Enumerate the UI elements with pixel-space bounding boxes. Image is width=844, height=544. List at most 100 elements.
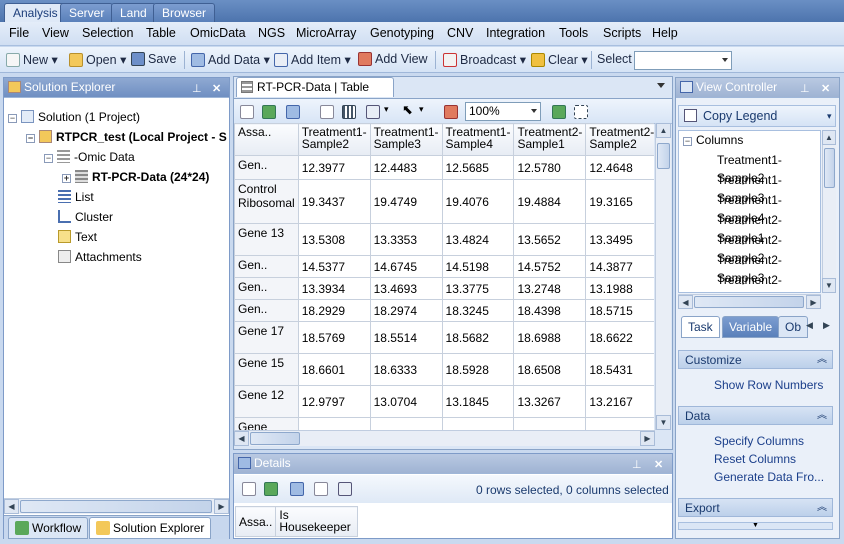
table-row[interactable]: Gene 13 13.5308 13.3353 13.4824 13.5652 13.34… [234,223,654,256]
export-section-header[interactable]: Export ︽ [678,498,833,517]
table-cell[interactable]: 18.5715 [585,299,654,322]
tab-rt-pcr-table[interactable]: RT-PCR-Data | Table [236,77,394,97]
scroll-left-icon[interactable]: ◀ [4,499,19,514]
data-section-header[interactable]: Data ︽ [678,406,833,425]
properties-icon[interactable] [240,105,254,119]
table-cell[interactable]: 19.3165 [585,179,654,224]
table-cell[interactable] [297,417,371,430]
table-cell[interactable]: 18.5431 [585,353,654,386]
table-cell[interactable]: 18.5682 [441,321,515,354]
menu-file[interactable]: File [9,26,29,40]
broadcast-button[interactable]: Broadcast ▾ [443,52,526,67]
table-row[interactable]: Gen.. 13.3934 13.4693 13.3775 13.2748 13.1988 [234,277,654,300]
table-cell[interactable]: 18.6601 [297,353,371,386]
scroll-left-icon[interactable]: ◀ [234,431,249,446]
new-button[interactable]: New ▾ [6,52,58,67]
column-header[interactable]: Treatment1-Sample3 [369,123,443,156]
menu-cnv[interactable]: CNV [447,26,473,40]
close-icon[interactable]: ✕ [212,80,221,99]
column-header[interactable]: Treatment1-Sample2 [297,123,371,156]
column-list-item[interactable]: Treatment1-Sample3 [717,171,820,205]
table-cell[interactable]: 19.3437 [297,179,371,224]
table-row[interactable]: Gene 17 18.5769 18.5514 18.5682 18.6988 18.66… [234,321,654,354]
pin-icon[interactable]: ⊥ [800,80,810,99]
close-icon[interactable]: ✕ [821,80,830,99]
scroll-thumb[interactable] [20,500,212,513]
row-header-cell[interactable]: Gene [234,417,299,430]
table-cell[interactable] [513,417,587,430]
table-cell[interactable]: 14.5198 [441,255,515,278]
scroll-left-icon[interactable]: ◀ [678,295,693,309]
table-cell[interactable]: 13.2167 [585,385,654,418]
menu-microarray[interactable]: MicroArray [296,26,356,40]
table-row[interactable]: Gene [234,417,654,430]
page-icon[interactable] [320,105,334,119]
reset-columns-link[interactable]: Reset Columns [714,452,796,466]
table-cell[interactable]: 13.3934 [297,277,371,300]
column-header[interactable]: Is Housekeeper [275,506,359,537]
menu-help[interactable]: Help [652,26,678,40]
copy-icon[interactable] [366,105,380,119]
columns-group[interactable]: − Columns [683,131,743,149]
table-cell[interactable]: 13.0704 [369,385,443,418]
table-cell[interactable]: 13.3495 [585,223,654,256]
table-cell[interactable]: 12.5685 [441,155,515,180]
table-cell[interactable]: 13.2748 [513,277,587,300]
collapse-icon[interactable]: − [26,134,35,143]
tree-horizontal-scrollbar[interactable]: ◀ ▶ [4,498,229,514]
specify-columns-link[interactable]: Specify Columns [714,434,804,448]
menu-tools[interactable]: Tools [559,26,588,40]
expand-icon[interactable]: + [62,174,71,183]
table-cell[interactable]: 18.3245 [441,299,515,322]
menu-integration[interactable]: Integration [486,26,545,40]
tab-analysis[interactable]: Analysis [4,3,67,22]
pointer-icon[interactable]: ⬉ [402,102,413,118]
table-cell[interactable]: 12.4648 [585,155,654,180]
add-view-button[interactable]: Add View [358,52,428,66]
table-cell[interactable]: 13.1988 [585,277,654,300]
filter-icon[interactable] [444,105,458,119]
properties-icon[interactable] [242,482,256,496]
collapse-icon[interactable]: − [44,154,53,163]
column-list-item[interactable]: Treatment2-Sample3 [717,251,820,285]
table-row[interactable]: Gen.. 14.5377 14.6745 14.5198 14.5752 14.3877 [234,255,654,278]
column-list-item[interactable]: Treatment2-Sample2 [717,231,820,265]
copy-legend-button[interactable]: Copy Legend ▾ [678,105,836,127]
menu-omicdata[interactable]: OmicData [190,26,246,40]
table-cell[interactable]: 13.3267 [513,385,587,418]
row-header-cell[interactable]: Gene 12 [234,385,299,418]
add-item-button[interactable]: Add Item ▾ [274,52,351,67]
table-cell[interactable]: 18.6988 [513,321,587,354]
generate-data-link[interactable]: Generate Data Fro... [714,470,824,484]
add-data-button[interactable]: Add Data ▾ [191,52,270,67]
table-cell[interactable]: 14.5752 [513,255,587,278]
table-cell[interactable] [441,417,515,430]
table-cell[interactable]: 13.3353 [369,223,443,256]
zoom-combobox[interactable]: 100% [465,102,541,121]
show-row-numbers-link[interactable]: Show Row Numbers [714,378,823,392]
menu-genotyping[interactable]: Genotyping [370,26,434,40]
table-cell[interactable]: 14.5377 [297,255,371,278]
tree-item-cluster[interactable]: Cluster [58,208,113,226]
menu-selection[interactable]: Selection [82,26,133,40]
table-row[interactable]: Gen.. 18.2929 18.2974 18.3245 18.4398 18.5715 [234,299,654,322]
collapse-icon[interactable]: − [8,114,17,123]
scroll-down-icon[interactable]: ▼ [656,415,671,430]
tree-item-omic-data[interactable]: − -Omic Data [44,148,135,166]
tree-item-attachments[interactable]: Attachments [58,248,142,266]
column-header[interactable]: Assa.. [234,123,299,156]
table-cell[interactable]: 19.4884 [513,179,587,224]
column-header[interactable]: Treatment1-Sample4 [441,123,515,156]
tab-ob[interactable]: Ob [778,316,809,338]
table-row[interactable]: Control Ribosomal 19.3437 19.4749 19.4076 19… [234,179,654,224]
scroll-thumb[interactable] [824,148,835,188]
chevron-down-icon[interactable]: ▾ [384,104,389,115]
row-header-cell[interactable]: Gen.. [234,255,299,278]
column-header[interactable]: Assa.. [234,506,277,537]
table-cell[interactable]: 13.4693 [369,277,443,300]
table-cell[interactable]: 13.4824 [441,223,515,256]
table-cell[interactable]: 12.9797 [297,385,371,418]
select-combobox[interactable] [634,51,732,70]
menu-scripts[interactable]: Scripts [603,26,641,40]
table-cell[interactable]: 19.4076 [441,179,515,224]
